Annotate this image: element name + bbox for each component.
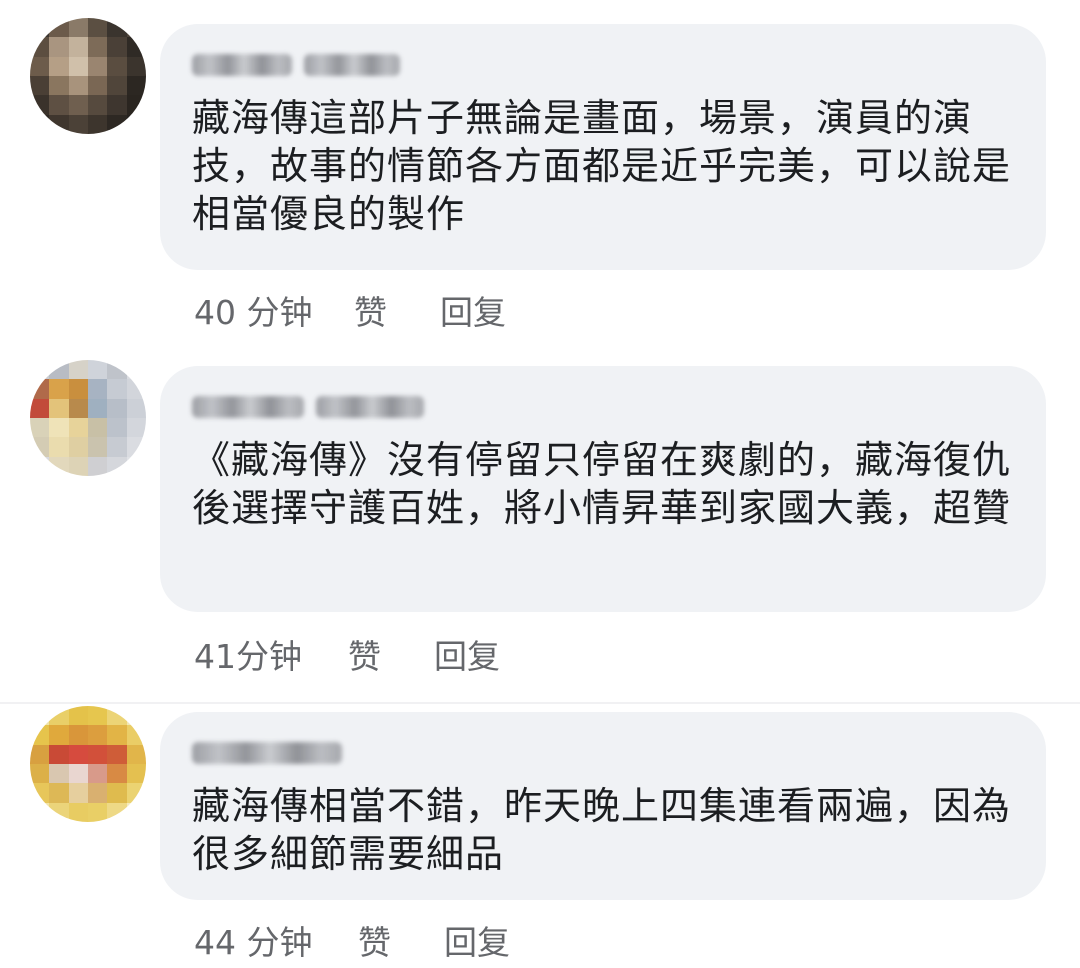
- comment-bubble: 藏海傳相當不錯，昨天晚上四集連看兩遍，因為很多細節需要細品: [160, 712, 1046, 900]
- author-name-redacted[interactable]: [192, 50, 1016, 80]
- like-button[interactable]: 赞: [348, 630, 434, 678]
- avatar[interactable]: [30, 360, 146, 476]
- like-button[interactable]: 赞: [354, 286, 440, 334]
- comment-text: 藏海傳這部片子無論是畫面，場景，演員的演技，故事的情節各方面都是近乎完美，可以說…: [192, 96, 1012, 236]
- comment-text: 《藏海傳》沒有停留只停留在爽劇的，藏海復仇後選擇守護百姓，將小情昇華到家國大義，…: [192, 438, 1012, 530]
- comment-actions: 40 分钟 赞 回复: [194, 286, 506, 334]
- divider: [0, 702, 1080, 704]
- comment-time: 41分钟: [194, 637, 302, 676]
- like-button[interactable]: 赞: [358, 916, 444, 964]
- comment-actions: 44 分钟 赞 回复: [194, 916, 510, 964]
- comment-time: 40 分钟: [194, 293, 313, 332]
- comment-bubble: 《藏海傳》沒有停留只停留在爽劇的，藏海復仇後選擇守護百姓，將小情昇華到家國大義，…: [160, 366, 1046, 612]
- author-name-redacted[interactable]: [192, 392, 1016, 422]
- comment-text: 藏海傳相當不錯，昨天晚上四集連看兩遍，因為很多細節需要細品: [192, 784, 1012, 876]
- comment-bubble: 藏海傳這部片子無論是畫面，場景，演員的演技，故事的情節各方面都是近乎完美，可以說…: [160, 24, 1046, 270]
- avatar[interactable]: [30, 18, 146, 134]
- comment-time: 44 分钟: [194, 923, 313, 962]
- avatar[interactable]: [30, 706, 146, 822]
- reply-button[interactable]: 回复: [444, 916, 510, 964]
- reply-button[interactable]: 回复: [440, 286, 506, 334]
- reply-button[interactable]: 回复: [434, 630, 500, 678]
- author-name-redacted[interactable]: [192, 738, 1016, 768]
- comment-actions: 41分钟 赞 回复: [194, 630, 500, 678]
